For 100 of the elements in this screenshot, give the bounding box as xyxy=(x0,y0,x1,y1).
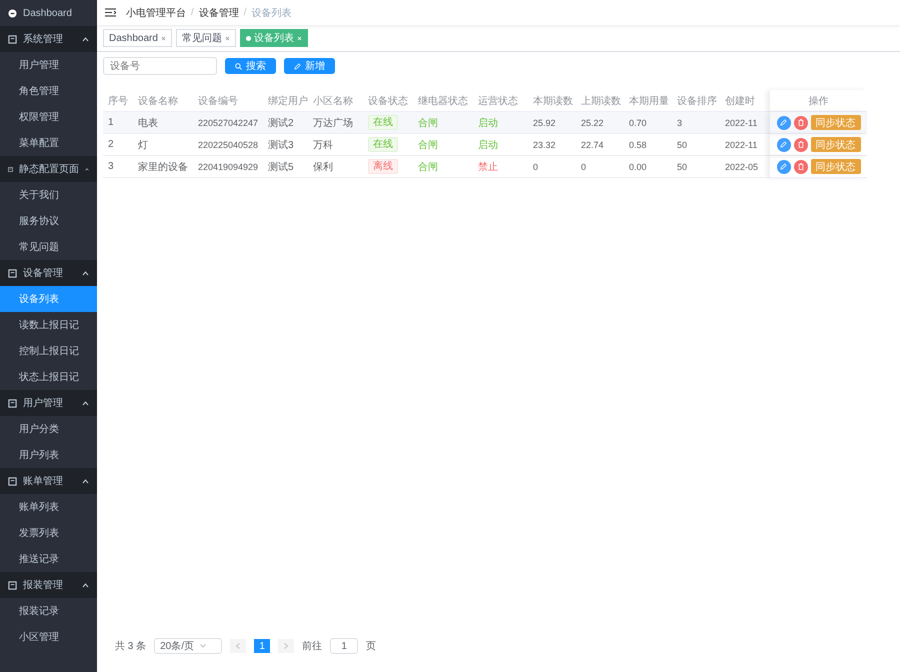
breadcrumb-separator: / xyxy=(244,7,247,18)
caret-icon xyxy=(82,582,89,588)
search-icon xyxy=(235,62,242,70)
breadcrumb-item[interactable]: 小电管理平台 xyxy=(126,6,186,20)
menu-group[interactable]: 报装管理 xyxy=(0,572,97,598)
page-suffix: 页 xyxy=(366,640,376,653)
table-cell: 2022-11 xyxy=(720,134,770,156)
menu-group[interactable]: 系统管理 xyxy=(0,26,97,52)
table-cell: 测试3 xyxy=(263,134,308,156)
table-cell: 25.92 xyxy=(528,112,576,134)
page-input[interactable]: 1 xyxy=(330,638,358,654)
tab[interactable]: Dashboard xyxy=(103,29,172,47)
table-cell: 合闸 xyxy=(413,112,473,134)
status-tag: 在线 xyxy=(368,115,398,130)
breadcrumb-separator: / xyxy=(191,7,194,18)
table-cell: 电表 xyxy=(133,112,193,134)
menu-icon[interactable] xyxy=(105,8,116,17)
trash-icon xyxy=(798,141,804,148)
menu-item[interactable]: 权限管理 xyxy=(0,104,97,130)
menu-item[interactable]: 账单列表 xyxy=(0,494,97,520)
trash-icon xyxy=(798,163,804,170)
table-cell: 万达广场 xyxy=(308,112,363,134)
table-cell: 0.58 xyxy=(624,134,672,156)
menu-item[interactable]: 控制上报日记 xyxy=(0,338,97,364)
edit-button[interactable] xyxy=(776,116,790,130)
menu-item[interactable]: 角色管理 xyxy=(0,78,97,104)
table-cell: 合闸 xyxy=(413,156,473,178)
table-cell: 万科 xyxy=(308,134,363,156)
menu-item[interactable]: 发票列表 xyxy=(0,520,97,546)
menu-group[interactable]: 账单管理 xyxy=(0,468,97,494)
menu-item[interactable]: 报装记录 xyxy=(0,598,97,624)
menu-item[interactable]: 服务协议 xyxy=(0,208,97,234)
edit-button[interactable] xyxy=(776,160,790,174)
menu-group[interactable]: 用户管理 xyxy=(0,390,97,416)
menu-item[interactable]: 小区管理 xyxy=(0,624,97,650)
caret-icon xyxy=(82,36,89,42)
menu-item[interactable]: 推送记录 xyxy=(0,546,97,572)
table-cell: 保利 xyxy=(308,156,363,178)
table-cell: 0 xyxy=(576,156,624,178)
table-cell: 3 xyxy=(672,112,720,134)
menu-item[interactable]: 状态上报日记 xyxy=(0,364,97,390)
menu-icon xyxy=(8,268,17,278)
table-cell: 家里的设备 xyxy=(133,156,193,178)
table-cell: 25.22 xyxy=(576,112,624,134)
table-cell: 测试5 xyxy=(263,156,308,178)
menu-group[interactable]: 静态配置页面 xyxy=(0,156,97,182)
table-cell: 禁止 xyxy=(473,156,528,178)
table-cell: 0 xyxy=(528,156,576,178)
close-icon[interactable] xyxy=(160,36,166,40)
breadcrumb-item[interactable]: 设备管理 xyxy=(198,6,239,20)
table-cell: 启动 xyxy=(473,112,528,134)
delete-button[interactable] xyxy=(794,160,808,174)
table-cell: 220527042247 xyxy=(193,112,263,134)
search-field[interactable]: 设备号 xyxy=(103,57,217,75)
menu-icon xyxy=(8,398,17,408)
menu-item[interactable]: 用户管理 xyxy=(0,52,97,78)
menu-item[interactable]: 关于我们 xyxy=(0,182,97,208)
pencil-icon xyxy=(780,163,787,170)
menu-item[interactable]: 用户列表 xyxy=(0,442,97,468)
total-count: 共 3 条 xyxy=(115,640,146,653)
table-cell: 50 xyxy=(672,134,720,156)
table-cell: 启动 xyxy=(473,134,528,156)
prev-page-button[interactable] xyxy=(230,639,246,653)
status-tag: 在线 xyxy=(368,137,398,152)
table-cell: 1 xyxy=(103,112,133,134)
pencil-icon xyxy=(780,119,787,126)
pencil-icon xyxy=(780,141,787,148)
table-cell: 0.00 xyxy=(624,156,672,178)
page-size-select[interactable]: 20条/页 xyxy=(154,638,222,654)
pencil-icon xyxy=(294,62,301,70)
table-cell: 3 xyxy=(103,156,133,178)
caret-icon xyxy=(82,270,89,276)
delete-button[interactable] xyxy=(794,116,808,130)
table-cell: 22.74 xyxy=(576,134,624,156)
close-icon[interactable] xyxy=(224,36,230,40)
goto-label: 前往 xyxy=(302,640,322,653)
caret-icon xyxy=(82,400,89,406)
chevron-down-icon xyxy=(200,644,206,648)
delete-button[interactable] xyxy=(794,138,808,152)
status-tag: 离线 xyxy=(368,159,398,174)
table-cell: 合闸 xyxy=(413,134,473,156)
next-page-button[interactable] xyxy=(278,639,294,653)
tab[interactable]: 常见问题 xyxy=(176,29,236,47)
menu-icon xyxy=(8,164,14,174)
menu-icon xyxy=(8,34,17,44)
dashboard-icon xyxy=(8,8,17,18)
table-cell: 50 xyxy=(672,156,720,178)
menu-icon xyxy=(8,580,17,590)
chevron-right-icon xyxy=(284,643,288,649)
menu-icon xyxy=(8,476,17,486)
table-cell: 2022-11 xyxy=(720,112,770,134)
table-cell: 23.32 xyxy=(528,134,576,156)
menu-group[interactable]: 设备管理 xyxy=(0,260,97,286)
menu-item[interactable]: 用户分类 xyxy=(0,416,97,442)
menu-item[interactable]: 读数上报日记 xyxy=(0,312,97,338)
table-cell: 220419094929 xyxy=(193,156,263,178)
menu-item[interactable]: 菜单配置 xyxy=(0,130,97,156)
menu-item[interactable]: 常见问题 xyxy=(0,234,97,260)
breadcrumb-item: 设备列表 xyxy=(252,6,292,20)
edit-button[interactable] xyxy=(776,138,790,152)
